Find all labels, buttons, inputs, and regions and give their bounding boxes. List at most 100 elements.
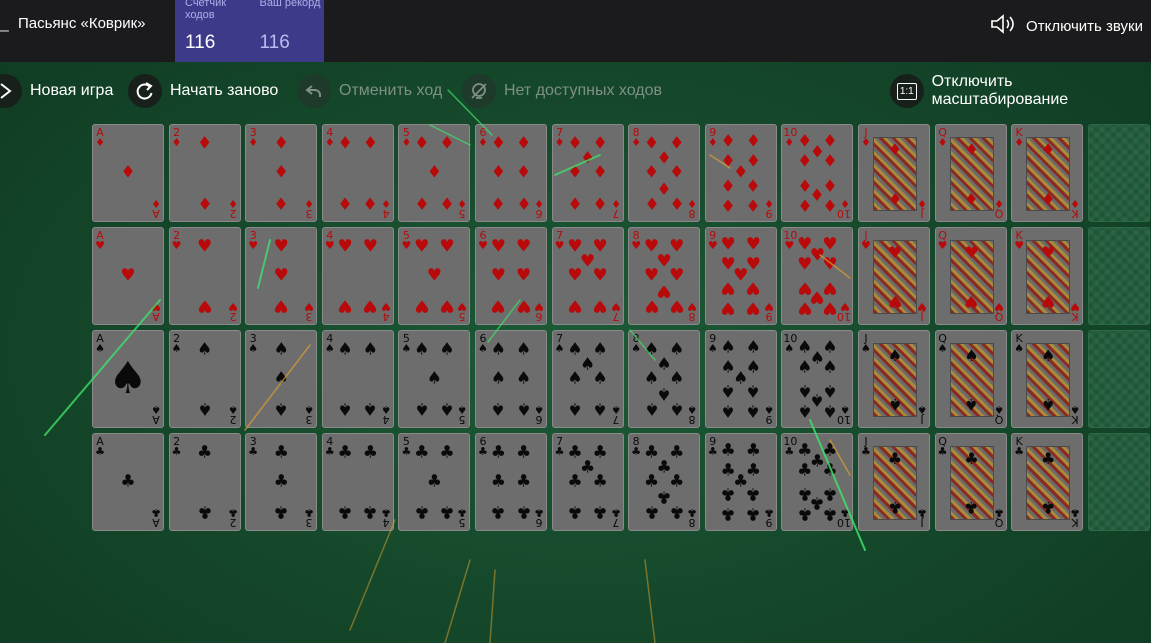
card-q-diamonds[interactable]: Q ♦ Q ♦ ♦ ♦ [934, 124, 1007, 222]
card-6-clubs[interactable]: 6 ♣ 6 ♣ ♣ ♣ ♣ ♣ ♣ ♣ [474, 433, 547, 531]
card-9-clubs[interactable]: 9 ♣ 9 ♣ ♣ ♣ ♣ ♣ ♣ ♣ ♣ ♣ ♣ [704, 433, 777, 531]
speaker-icon [990, 13, 1016, 40]
face-down-card[interactable] [1088, 433, 1150, 531]
sound-toggle-button[interactable]: Отключить звуки [990, 13, 1143, 40]
card-8-hearts[interactable]: 8 ♥ 8 ♥ ♥ ♥ ♥ ♥ ♥ ♥ ♥ ♥ [628, 227, 701, 325]
card-corner-index: 4 ♣ [380, 506, 392, 529]
face-down-card[interactable] [1088, 124, 1150, 222]
diamonds-icon: ♦ [515, 133, 532, 154]
card-a-clubs[interactable]: A ♣ A ♣ ♣ [92, 433, 164, 531]
card-8-clubs[interactable]: 8 ♣ 8 ♣ ♣ ♣ ♣ ♣ ♣ ♣ ♣ ♣ [628, 433, 701, 531]
face-down-card[interactable] [1088, 330, 1150, 428]
card-7-hearts[interactable]: 7 ♥ 7 ♥ ♥ ♥ ♥ ♥ ♥ ♥ ♥ [551, 227, 624, 325]
card-6-spades[interactable]: 6 ♠ 6 ♠ ♠ ♠ ♠ ♠ ♠ ♠ [474, 330, 547, 428]
card-4-diamonds[interactable]: 4 ♦ 4 ♦ ♦ ♦ ♦ ♦ [321, 124, 394, 222]
card-j-clubs[interactable]: J ♣ J ♣ ♣ ♣ [857, 433, 930, 531]
hearts-icon: ♥ [592, 295, 608, 316]
card-5-diamonds[interactable]: 5 ♦ 5 ♦ ♦ ♦ ♦ ♦ ♦ [398, 124, 471, 222]
card-2-diamonds[interactable]: 2 ♦ 2 ♦ ♦ ♦ [168, 124, 241, 222]
card-corner-index: 8 ♠ [630, 333, 642, 354]
card-corner-index: 2 ♦ [227, 197, 239, 220]
card-3-diamonds[interactable]: 3 ♦ 3 ♦ ♦ ♦ ♦ [245, 124, 318, 222]
card-5-clubs[interactable]: 5 ♣ 5 ♣ ♣ ♣ ♣ ♣ ♣ [398, 433, 471, 531]
clubs-icon: ♣ [592, 501, 608, 522]
card-corner-index: 7 ♦ [554, 127, 566, 148]
card-k-diamonds[interactable]: K ♦ K ♦ ♦ ♦ [1011, 124, 1084, 222]
card-4-spades[interactable]: 4 ♠ 4 ♠ ♠ ♠ ♠ ♠ [321, 330, 394, 428]
card-9-spades[interactable]: 9 ♠ 9 ♠ ♠ ♠ ♠ ♠ ♠ ♠ ♠ ♠ ♠ [704, 330, 777, 428]
hearts-icon: ♥ [478, 239, 488, 252]
card-7-diamonds[interactable]: 7 ♦ 7 ♦ ♦ ♦ ♦ ♦ ♦ ♦ ♦ [551, 124, 624, 222]
clubs-icon: ♣ [643, 501, 660, 522]
card-q-clubs[interactable]: Q ♣ Q ♣ ♣ ♣ [934, 433, 1007, 531]
card-corner-index: 2 ♠ [171, 333, 183, 354]
diamonds-icon: ♦ [1014, 136, 1025, 149]
clubs-icon: ♣ [964, 449, 979, 468]
card-10-spades[interactable]: 10 ♠ 10 ♠ ♠ ♠ ♠ ♠ ♠ ♠ ♠ ♠ ♠ ♠ [781, 330, 854, 428]
face-down-card[interactable] [1088, 227, 1150, 325]
no-moves-button[interactable]: Нет доступных ходов [462, 73, 662, 109]
spades-icon: ♠ [515, 368, 532, 389]
card-2-clubs[interactable]: 2 ♣ 2 ♣ ♣ ♣ [168, 433, 241, 531]
card-k-hearts[interactable]: K ♥ K ♥ ♥ ♥ [1011, 227, 1084, 325]
card-a-hearts[interactable]: A ♥ A ♥ ♥ [92, 227, 164, 325]
hearts-icon: ♥ [120, 265, 136, 286]
card-5-spades[interactable]: 5 ♠ 5 ♠ ♠ ♠ ♠ ♠ ♠ [398, 330, 471, 428]
card-3-clubs[interactable]: 3 ♣ 3 ♣ ♣ ♣ ♣ [245, 433, 318, 531]
card-3-spades[interactable]: 3 ♠ 3 ♠ ♠ ♠ ♠ [245, 330, 318, 428]
clubs-icon: ♣ [707, 445, 718, 458]
card-corner-index: A ♥ [94, 230, 106, 251]
card-corner-index: 9 ♦ [707, 127, 719, 148]
card-7-spades[interactable]: 7 ♠ 7 ♠ ♠ ♠ ♠ ♠ ♠ ♠ ♠ [551, 330, 624, 428]
card-k-spades[interactable]: K ♠ K ♠ ♠ ♠ [1011, 330, 1084, 428]
hearts-icon: ♥ [151, 300, 161, 313]
card-6-diamonds[interactable]: 6 ♦ 6 ♦ ♦ ♦ ♦ ♦ ♦ ♦ [474, 124, 547, 222]
clubs-icon: ♣ [304, 506, 315, 519]
restart-button[interactable]: Начать заново [128, 73, 278, 109]
card-corner-index: 6 ♣ [477, 436, 489, 457]
hearts-icon: ♥ [631, 239, 642, 252]
card-j-spades[interactable]: J ♠ J ♠ ♠ ♠ [857, 330, 930, 428]
card-q-spades[interactable]: Q ♠ Q ♠ ♠ ♠ [934, 330, 1007, 428]
card-6-hearts[interactable]: 6 ♥ 6 ♥ ♥ ♥ ♥ ♥ ♥ ♥ [474, 227, 547, 325]
clubs-icon: ♣ [515, 442, 532, 463]
card-corner-index: J ♥ [916, 300, 928, 323]
card-10-clubs[interactable]: 10 ♣ 10 ♣ ♣ ♣ ♣ ♣ ♣ ♣ ♣ ♣ ♣ ♣ [781, 433, 854, 531]
card-4-hearts[interactable]: 4 ♥ 4 ♥ ♥ ♥ ♥ ♥ [321, 227, 394, 325]
hearts-icon: ♥ [490, 236, 506, 257]
back-icon[interactable]: – [0, 22, 9, 40]
card-j-diamonds[interactable]: J ♦ J ♦ ♦ ♦ [857, 124, 930, 222]
spades-icon: ♠ [414, 339, 430, 360]
card-j-hearts[interactable]: J ♥ J ♥ ♥ ♥ [857, 227, 930, 325]
card-10-diamonds[interactable]: 10 ♦ 10 ♦ ♦ ♦ ♦ ♦ ♦ ♦ ♦ ♦ ♦ ♦ [781, 124, 854, 222]
card-9-hearts[interactable]: 9 ♥ 9 ♥ ♥ ♥ ♥ ♥ ♥ ♥ ♥ ♥ ♥ [704, 227, 777, 325]
card-3-hearts[interactable]: 3 ♥ 3 ♥ ♥ ♥ ♥ [245, 227, 318, 325]
card-q-hearts[interactable]: Q ♥ Q ♥ ♥ ♥ [934, 227, 1007, 325]
card-a-spades[interactable]: A ♠ A ♠ ♠ [92, 330, 164, 428]
card-10-hearts[interactable]: 10 ♥ 10 ♥ ♥ ♥ ♥ ♥ ♥ ♥ ♥ ♥ ♥ ♥ [781, 227, 854, 325]
card-5-hearts[interactable]: 5 ♥ 5 ♥ ♥ ♥ ♥ ♥ ♥ [398, 227, 471, 325]
card-8-diamonds[interactable]: 8 ♦ 8 ♦ ♦ ♦ ♦ ♦ ♦ ♦ ♦ ♦ [628, 124, 701, 222]
card-corner-index: 5 ♣ [400, 436, 412, 457]
card-corner-index: J ♦ [916, 197, 928, 220]
card-a-diamonds[interactable]: A ♦ A ♦ ♦ [92, 124, 164, 222]
new-game-button[interactable]: Новая игра [0, 73, 113, 109]
card-2-hearts[interactable]: 2 ♥ 2 ♥ ♥ ♥ [168, 227, 241, 325]
card-2-spades[interactable]: 2 ♠ 2 ♠ ♠ ♠ [168, 330, 241, 428]
hearts-icon: ♥ [720, 297, 736, 318]
undo-button[interactable]: Отменить ход [297, 73, 442, 109]
hearts-icon: ♥ [784, 239, 795, 252]
card-4-clubs[interactable]: 4 ♣ 4 ♣ ♣ ♣ ♣ ♣ [321, 433, 394, 531]
card-corner-index: 7 ♠ [610, 403, 622, 426]
scale-toggle-button[interactable]: 1:1 Отключить масштабирование [890, 73, 1151, 109]
hearts-icon: ♥ [196, 236, 213, 257]
card-9-diamonds[interactable]: 9 ♦ 9 ♦ ♦ ♦ ♦ ♦ ♦ ♦ ♦ ♦ ♦ [704, 124, 777, 222]
clubs-icon: ♣ [784, 445, 795, 458]
card-k-clubs[interactable]: K ♣ K ♣ ♣ ♣ [1011, 433, 1084, 531]
diamonds-icon: ♦ [362, 133, 378, 154]
hearts-icon: ♥ [362, 236, 378, 257]
card-8-spades[interactable]: 8 ♠ 8 ♠ ♠ ♠ ♠ ♠ ♠ ♠ ♠ ♠ [628, 330, 701, 428]
card-corner-index: 5 ♣ [456, 506, 468, 529]
spades-icon: ♠ [592, 398, 608, 419]
card-7-clubs[interactable]: 7 ♣ 7 ♣ ♣ ♣ ♣ ♣ ♣ ♣ ♣ [551, 433, 624, 531]
